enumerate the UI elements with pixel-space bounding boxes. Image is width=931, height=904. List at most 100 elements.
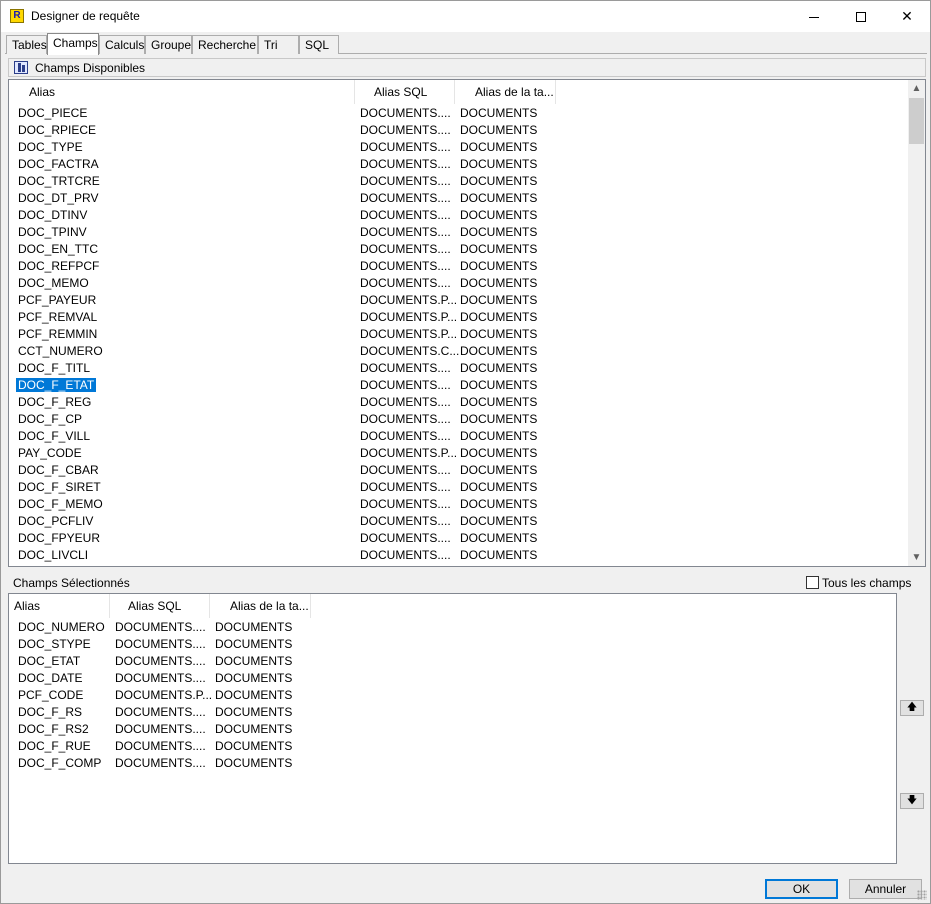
column-header-alias[interactable]: Alias <box>9 594 110 618</box>
table-row[interactable]: DOC_F_RUE DOCUMENTS.... DOCUMENTS <box>9 738 889 755</box>
table-row[interactable]: DOC_TYPE DOCUMENTS.... DOCUMENTS <box>9 139 889 156</box>
move-up-button[interactable]: 🡅 <box>900 700 924 716</box>
table-row[interactable]: DOC_F_CBAR DOCUMENTS.... DOCUMENTS <box>9 462 889 479</box>
alias-cell: DOC_FACTRA <box>18 156 99 173</box>
cell-text: DOCUMENTS <box>460 344 538 358</box>
table-alias-cell: DOCUMENTS <box>460 513 537 530</box>
alias-sql-cell: DOCUMENTS.P... <box>115 687 212 704</box>
table-row[interactable]: DOC_ETAT DOCUMENTS.... DOCUMENTS <box>9 653 889 670</box>
table-row[interactable]: DOC_F_RS2 DOCUMENTS.... DOCUMENTS <box>9 721 889 738</box>
table-row[interactable]: DOC_F_RS DOCUMENTS.... DOCUMENTS <box>9 704 889 721</box>
alias-sql-cell: DOCUMENTS.... <box>360 224 451 241</box>
alias-sql-cell: DOCUMENTS.... <box>360 428 451 445</box>
table-row[interactable]: DOC_FACTRA DOCUMENTS.... DOCUMENTS <box>9 156 889 173</box>
alias-cell: DOC_F_ETAT <box>16 377 97 394</box>
scroll-thumb[interactable] <box>909 98 924 144</box>
alias-cell: DOC_F_RUE <box>18 738 91 755</box>
cell-text: DOCUMENTS.C... <box>360 344 460 358</box>
table-row[interactable]: DOC_F_REG DOCUMENTS.... DOCUMENTS <box>9 394 889 411</box>
table-alias-cell: DOCUMENTS <box>460 122 537 139</box>
table-row[interactable]: PCF_REMVAL DOCUMENTS.P... DOCUMENTS <box>9 309 889 326</box>
app-icon: R <box>10 9 24 23</box>
cell-text: DOC_DATE <box>18 671 83 685</box>
available-fields-list[interactable]: Alias Alias SQL Alias de la ta... DOC_PI… <box>8 79 926 567</box>
tab-calculs[interactable]: Calculs <box>99 35 145 54</box>
table-row[interactable]: CCT_NUMERO DOCUMENTS.C... DOCUMENTS <box>9 343 889 360</box>
table-row[interactable]: PCF_CODE DOCUMENTS.P... DOCUMENTS <box>9 687 889 704</box>
tab-tri[interactable]: Tri <box>258 35 299 54</box>
table-row[interactable]: DOC_EN_TTC DOCUMENTS.... DOCUMENTS <box>9 241 889 258</box>
tab-champs[interactable]: Champs <box>47 33 99 55</box>
cell-text: DOCUMENTS.... <box>360 531 451 545</box>
table-row[interactable]: DOC_FPYEUR DOCUMENTS.... DOCUMENTS <box>9 530 889 547</box>
tab-sql[interactable]: SQL <box>299 35 339 54</box>
table-alias-cell: DOCUMENTS <box>215 670 292 687</box>
column-header-alias[interactable]: Alias <box>9 80 355 104</box>
maximize-button[interactable] <box>838 1 884 32</box>
column-header-alias-sql[interactable]: Alias SQL <box>355 80 455 104</box>
column-header-alias-sql[interactable]: Alias SQL <box>110 594 210 618</box>
minimize-button[interactable] <box>791 1 837 32</box>
cell-text: DOCUMENTS <box>460 174 538 188</box>
vertical-scrollbar[interactable]: ▲ ▼ <box>908 80 925 566</box>
table-row-selected[interactable]: DOC_F_ETAT DOCUMENTS.... DOCUMENTS <box>9 377 889 394</box>
cell-text: DOC_F_RS2 <box>18 722 89 736</box>
all-fields-label[interactable]: Tous les champs <box>822 576 911 590</box>
table-row[interactable]: DOC_TPINV DOCUMENTS.... DOCUMENTS <box>9 224 889 241</box>
table-row[interactable]: DOC_MEMO DOCUMENTS.... DOCUMENTS <box>9 275 889 292</box>
table-row[interactable]: DOC_RPIECE DOCUMENTS.... DOCUMENTS <box>9 122 889 139</box>
alias-sql-cell: DOCUMENTS.P... <box>360 309 457 326</box>
table-row[interactable]: DOC_DT_PRV DOCUMENTS.... DOCUMENTS <box>9 190 889 207</box>
table-row[interactable]: DOC_REFPCF DOCUMENTS.... DOCUMENTS <box>9 258 889 275</box>
close-button[interactable]: ✕ <box>884 1 930 32</box>
table-row[interactable]: DOC_F_COMP DOCUMENTS.... DOCUMENTS <box>9 755 889 772</box>
table-alias-cell: DOCUMENTS <box>460 479 537 496</box>
table-row[interactable]: DOC_NUMERO DOCUMENTS.... DOCUMENTS <box>9 619 889 636</box>
cancel-button[interactable]: Annuler <box>849 879 922 899</box>
checkbox-box[interactable] <box>806 576 819 589</box>
scroll-down-icon[interactable]: ▼ <box>908 549 925 566</box>
column-header-table-alias[interactable]: Alias de la ta... <box>455 80 556 104</box>
table-row[interactable]: DOC_F_CP DOCUMENTS.... DOCUMENTS <box>9 411 889 428</box>
column-header-table-alias[interactable]: Alias de la ta... <box>210 594 311 618</box>
reorder-panel: 🡅 🡇 <box>897 593 927 864</box>
tab-groupe[interactable]: Groupe <box>145 35 192 54</box>
table-row[interactable]: DOC_PIECE DOCUMENTS.... DOCUMENTS <box>9 105 889 122</box>
table-row[interactable]: PCF_REMMIN DOCUMENTS.P... DOCUMENTS <box>9 326 889 343</box>
alias-cell: DOC_FPYEUR <box>18 530 100 547</box>
tab-recherche[interactable]: Recherche <box>192 35 258 54</box>
table-row[interactable]: PAY_CODE DOCUMENTS.P... DOCUMENTS <box>9 445 889 462</box>
cell-text: DOCUMENTS.... <box>115 756 206 770</box>
table-row[interactable]: DOC_F_TITL DOCUMENTS.... DOCUMENTS <box>9 360 889 377</box>
ok-button[interactable]: OK <box>765 879 838 899</box>
selected-fields-list[interactable]: Alias Alias SQL Alias de la ta... DOC_NU… <box>8 593 897 864</box>
cell-text: DOCUMENTS <box>460 463 538 477</box>
cell-text: DOCUMENTS.... <box>360 429 451 443</box>
table-alias-cell: DOCUMENTS <box>215 704 292 721</box>
move-down-button[interactable]: 🡇 <box>900 793 924 809</box>
available-fields-title: Champs Disponibles <box>35 61 146 75</box>
resize-grip-icon[interactable] <box>917 890 927 900</box>
scroll-up-icon[interactable]: ▲ <box>908 80 925 97</box>
table-row[interactable]: DOC_DATE DOCUMENTS.... DOCUMENTS <box>9 670 889 687</box>
alias-cell: DOC_F_COMP <box>18 755 101 772</box>
alias-cell: DOC_PIECE <box>18 105 87 122</box>
table-row[interactable]: DOC_F_SIRET DOCUMENTS.... DOCUMENTS <box>9 479 889 496</box>
cell-text: DOCUMENTS <box>460 123 538 137</box>
table-row[interactable]: PCF_PAYEUR DOCUMENTS.P... DOCUMENTS <box>9 292 889 309</box>
cell-text: DOCUMENTS <box>460 106 538 120</box>
table-row[interactable]: DOC_PCFLIV DOCUMENTS.... DOCUMENTS <box>9 513 889 530</box>
table-row[interactable]: DOC_F_VILL DOCUMENTS.... DOCUMENTS <box>9 428 889 445</box>
table-row[interactable]: DOC_DTINV DOCUMENTS.... DOCUMENTS <box>9 207 889 224</box>
alias-sql-cell: DOCUMENTS.... <box>360 513 451 530</box>
cell-text: DOC_DTINV <box>18 208 88 222</box>
alias-sql-cell: DOCUMENTS.... <box>360 122 451 139</box>
alias-sql-cell: DOCUMENTS.... <box>115 653 206 670</box>
alias-sql-cell: DOCUMENTS.... <box>360 411 451 428</box>
tab-tables[interactable]: Tables <box>6 35 47 54</box>
table-row[interactable]: DOC_STYPE DOCUMENTS.... DOCUMENTS <box>9 636 889 653</box>
table-row[interactable]: DOC_F_MEMO DOCUMENTS.... DOCUMENTS <box>9 496 889 513</box>
table-row[interactable]: DOC_LIVCLI DOCUMENTS.... DOCUMENTS <box>9 547 889 564</box>
cell-text: DOC_PIECE <box>18 106 88 120</box>
table-row[interactable]: DOC_TRTCRE DOCUMENTS.... DOCUMENTS <box>9 173 889 190</box>
